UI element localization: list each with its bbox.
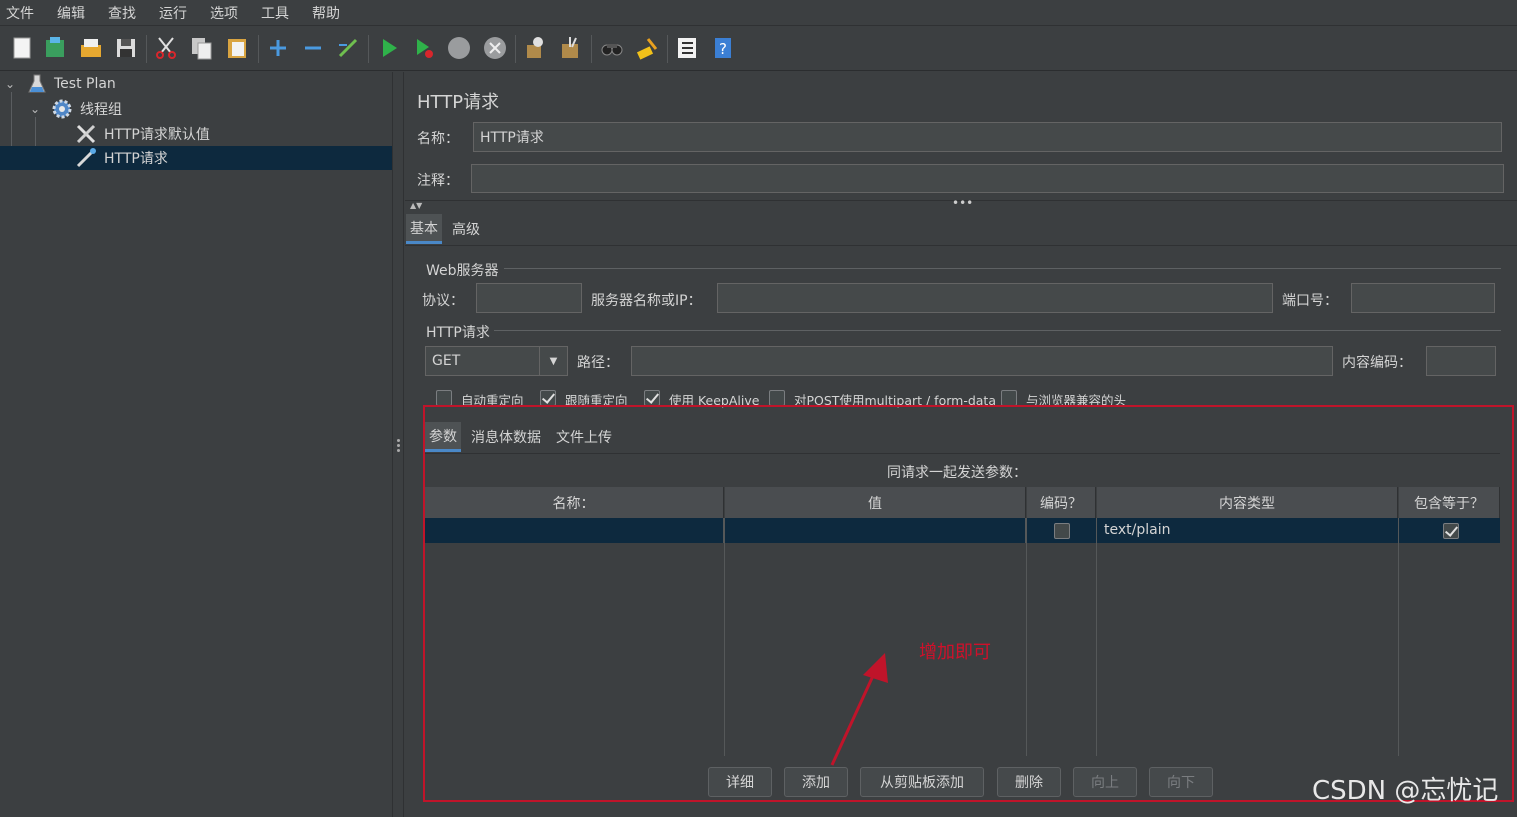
path-input[interactable] [631,346,1333,376]
toolbar-separator [368,35,369,63]
toggle-icon[interactable] [334,34,362,62]
start-no-pause-icon[interactable] [410,34,438,62]
checkbox-multipart[interactable] [769,390,785,406]
search-icon[interactable] [598,34,626,62]
start-icon[interactable] [375,34,403,62]
tab-advanced[interactable]: 高级 [448,214,484,244]
name-input[interactable]: HTTP请求 [473,122,1502,152]
protocol-input[interactable] [476,283,582,313]
server-label: 服务器名称或IP： [591,293,702,309]
tree-item-thread-group[interactable]: ⌄ 线程组 [0,97,392,121]
comment-label: 注释： [417,173,459,189]
page-title: HTTP请求 [417,92,500,113]
templates-icon[interactable] [41,34,69,62]
clear-all-icon[interactable] [557,34,585,62]
drag-handle-icon[interactable]: ••• [952,196,973,210]
save-icon[interactable] [112,34,140,62]
chevron-down-icon[interactable]: ⌄ [28,102,42,116]
tree-item-http-request[interactable]: HTTP请求 [0,146,392,170]
function-helper-icon[interactable] [673,34,701,62]
grip-dot [397,449,400,452]
checkbox-follow-redirects[interactable] [540,390,556,406]
toolbar-separator [591,35,592,63]
tree-item-test-plan[interactable]: ⌄ Test Plan [0,72,392,96]
stop-icon[interactable] [445,34,473,62]
toolbar-separator [667,35,668,63]
menu-bar: 文件 编辑 查找 运行 选项 工具 帮助 [0,0,1517,26]
tree-label-thread-group: 线程组 [80,102,122,118]
chevron-down-icon[interactable]: ⌄ [3,77,17,91]
copy-icon[interactable] [188,34,216,62]
grip-dot [397,444,400,447]
open-icon[interactable] [77,34,105,62]
tree-item-http-defaults[interactable]: HTTP请求默认值 [0,122,392,146]
help-icon[interactable]: ? [709,34,737,62]
toolbar-separator [258,35,259,63]
shutdown-icon[interactable] [481,34,509,62]
new-icon[interactable] [8,34,36,62]
menu-help[interactable]: 帮助 [312,3,340,23]
reset-search-icon[interactable] [633,34,661,62]
watermark: CSDN @忘忧记 [1312,776,1499,806]
paste-icon[interactable] [223,34,251,62]
chevron-down-icon[interactable]: ▼ [539,347,567,375]
test-plan-tree: ⌄ Test Plan ⌄ 线程组 HTTP请求默认值 HTTP请求 [0,72,392,817]
cut-icon[interactable] [152,34,180,62]
content-encoding-label: 内容编码： [1342,355,1412,371]
tree-label-http-request: HTTP请求 [104,151,168,167]
method-select[interactable]: GET ▼ [425,346,568,376]
menu-options[interactable]: 选项 [210,3,238,23]
clear-icon[interactable] [521,34,549,62]
checkbox-auto-redirect[interactable] [436,390,452,406]
method-value: GET [432,353,461,369]
web-server-section-title: Web服务器 [426,263,499,279]
collapse-icon[interactable] [299,34,327,62]
server-input[interactable] [717,283,1273,313]
name-label: 名称： [417,131,459,147]
port-input[interactable] [1351,283,1495,313]
panel-splitter[interactable] [392,72,404,817]
annotation-arrow-icon [830,653,888,766]
collapse-arrows-icon[interactable]: ▲▼ [410,201,422,210]
gear-icon [52,99,72,119]
checkbox-keepalive[interactable] [644,390,660,406]
menu-search[interactable]: 查找 [108,3,136,23]
menu-file[interactable]: 文件 [6,3,34,23]
section-divider [494,330,1501,331]
wrench-icon [76,124,96,144]
tree-label-http-defaults: HTTP请求默认值 [104,127,210,143]
tree-label-test-plan: Test Plan [54,76,116,92]
protocol-label: 协议： [422,293,464,309]
content-encoding-input[interactable] [1426,346,1496,376]
flask-icon [28,74,46,93]
menu-tools[interactable]: 工具 [261,3,289,23]
expand-icon[interactable] [264,34,292,62]
comment-input[interactable] [471,164,1504,193]
checkbox-browser-headers[interactable] [1001,390,1017,406]
tab-basic[interactable]: 基本 [406,214,442,244]
annotation-highlight-box [423,405,1514,802]
port-label: 端口号： [1282,293,1338,309]
menu-edit[interactable]: 编辑 [57,3,85,23]
http-request-section-title: HTTP请求 [426,325,490,341]
annotation-text: 增加即可 [919,642,991,663]
path-label: 路径： [577,355,619,371]
section-divider [504,268,1501,269]
grip-dot [397,439,400,442]
toolbar-separator [515,35,516,63]
svg-text:?: ? [719,40,727,58]
toolbar-separator [146,35,147,63]
pipette-icon [76,148,96,168]
tab-divider [405,245,1517,246]
menu-run[interactable]: 运行 [159,3,187,23]
collapse-divider[interactable]: ▲▼ ••• [405,196,1517,210]
toolbar: ? [0,27,1517,71]
